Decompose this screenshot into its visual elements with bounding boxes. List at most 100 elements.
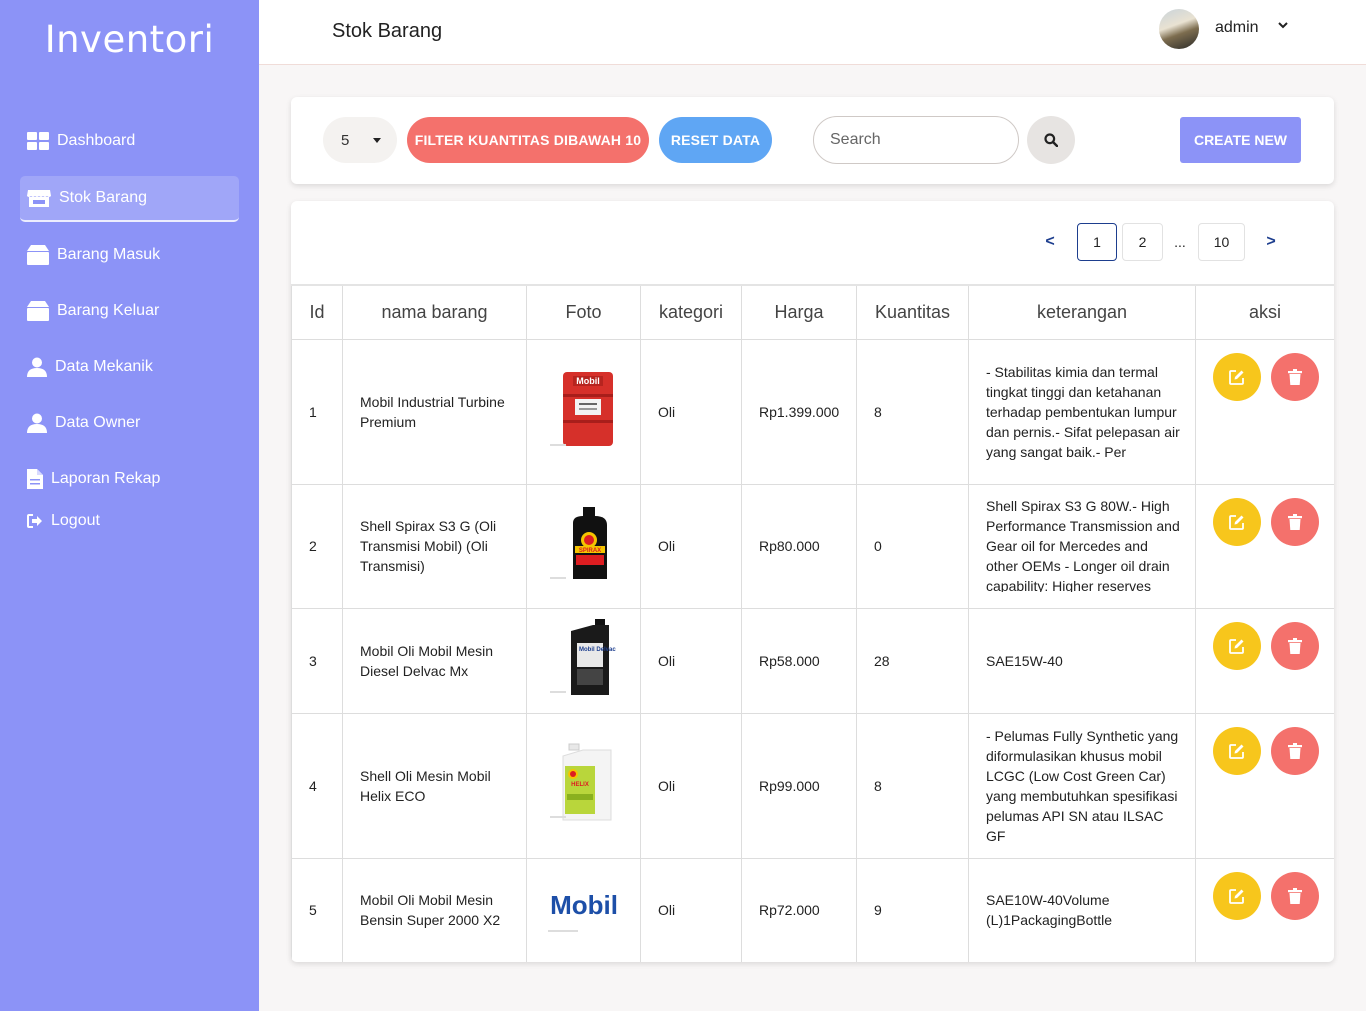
stock-table: Id nama barang Foto kategori Harga Kuant… bbox=[291, 284, 1334, 962]
edit-icon bbox=[1229, 514, 1244, 530]
cell-kuantitas: 0 bbox=[856, 483, 969, 609]
delete-button[interactable] bbox=[1271, 871, 1319, 920]
top-header: Stok Barang admin bbox=[259, 0, 1366, 65]
sidebar-item-data-owner[interactable]: Data Owner bbox=[20, 400, 239, 446]
dashboard-icon bbox=[27, 132, 49, 150]
column-header-id[interactable]: Id bbox=[291, 284, 343, 340]
trash-icon bbox=[1288, 637, 1302, 654]
sidebar-item-label: Dashboard bbox=[57, 132, 136, 149]
cell-id: 1 bbox=[291, 338, 343, 485]
delete-button[interactable] bbox=[1271, 726, 1319, 775]
edit-icon bbox=[1229, 743, 1244, 759]
edit-button[interactable] bbox=[1213, 871, 1261, 920]
cell-aksi bbox=[1195, 857, 1334, 962]
action-group bbox=[1196, 859, 1334, 920]
edit-button[interactable] bbox=[1213, 497, 1261, 546]
caret-down-icon bbox=[373, 138, 381, 143]
filter-quantity-button[interactable]: FILTER KUANTITAS DIBAWAH 10 bbox=[407, 117, 649, 163]
trash-icon bbox=[1288, 368, 1302, 385]
cell-keterangan: SAE15W-40 bbox=[968, 607, 1196, 714]
pagination-page-2[interactable]: 2 bbox=[1122, 223, 1163, 261]
sidebar-item-label: Barang Keluar bbox=[57, 302, 160, 319]
action-group bbox=[1196, 340, 1334, 401]
cell-harga: Rp80.000 bbox=[741, 483, 857, 609]
sidebar-item-label: Laporan Rekap bbox=[51, 470, 161, 487]
edit-button[interactable] bbox=[1213, 726, 1261, 775]
cell-harga: Rp1.399.000 bbox=[741, 338, 857, 485]
edit-icon bbox=[1229, 638, 1244, 654]
per-page-select[interactable]: 5 bbox=[323, 117, 397, 163]
product-image-mobil-drum: Mobil bbox=[549, 372, 613, 446]
column-header-nama-barang[interactable]: nama barang bbox=[342, 284, 527, 340]
pagination-page-1[interactable]: 1 bbox=[1077, 223, 1117, 261]
delete-button[interactable] bbox=[1271, 621, 1319, 670]
trash-icon bbox=[1288, 513, 1302, 530]
product-image-shell-helix: HELIX bbox=[549, 743, 611, 821]
sidebar-item-data-mekanik[interactable]: Data Mekanik bbox=[20, 344, 239, 390]
cell-kategori: Oli bbox=[640, 712, 742, 859]
cell-keterangan: SAE10W-40Volume (L)1PackagingBottle bbox=[968, 857, 1196, 962]
page-title: Stok Barang bbox=[332, 20, 443, 42]
edit-button[interactable] bbox=[1213, 352, 1261, 401]
cell-nama-barang: Mobil Oli Mobil Mesin Diesel Delvac Mx bbox=[342, 607, 527, 714]
table-row: 1 Mobil Industrial Turbine Premium Mobil bbox=[291, 338, 1334, 485]
cell-keterangan: - Pelumas Fully Synthetic yang diformula… bbox=[968, 712, 1196, 859]
cell-nama-barang: Shell Spirax S3 G (Oli Transmisi Mobil) … bbox=[342, 483, 527, 609]
avatar[interactable] bbox=[1159, 9, 1199, 49]
sidebar-item-stok-barang[interactable]: Stok Barang bbox=[20, 176, 239, 222]
cell-harga: Rp72.000 bbox=[741, 857, 857, 962]
trash-icon bbox=[1288, 887, 1302, 904]
pagination-next[interactable]: > bbox=[1254, 223, 1288, 261]
brand-logo: Inventori bbox=[44, 18, 215, 61]
sidebar-item-label: Stok Barang bbox=[59, 189, 148, 206]
delete-button[interactable] bbox=[1271, 352, 1319, 401]
pagination-ellipsis: ... bbox=[1174, 234, 1186, 250]
sidebar: Inventori Dashboard Stok Barang Barang M… bbox=[0, 0, 259, 1011]
cell-harga: Rp99.000 bbox=[741, 712, 857, 859]
delete-button[interactable] bbox=[1271, 497, 1319, 546]
column-header-harga[interactable]: Harga bbox=[741, 284, 857, 340]
store-icon bbox=[27, 190, 51, 207]
user-icon bbox=[27, 357, 47, 377]
search-input[interactable] bbox=[813, 116, 1019, 164]
sidebar-item-barang-keluar[interactable]: Barang Keluar bbox=[20, 288, 239, 334]
cell-id: 4 bbox=[291, 712, 343, 859]
column-header-keterangan[interactable]: keterangan bbox=[968, 284, 1196, 340]
action-group bbox=[1196, 485, 1334, 546]
sidebar-item-barang-masuk[interactable]: Barang Masuk bbox=[20, 232, 239, 278]
edit-button[interactable] bbox=[1213, 621, 1261, 670]
column-header-kategori[interactable]: kategori bbox=[640, 284, 742, 340]
toolbar-card: 5 FILTER KUANTITAS DIBAWAH 10 RESET DATA… bbox=[291, 97, 1334, 184]
pagination-page-10[interactable]: 10 bbox=[1198, 223, 1245, 261]
chevron-down-icon[interactable] bbox=[1277, 19, 1289, 31]
cell-aksi bbox=[1195, 483, 1334, 609]
column-header-foto[interactable]: Foto bbox=[526, 284, 641, 340]
column-header-kuantitas[interactable]: Kuantitas bbox=[856, 284, 969, 340]
edit-icon bbox=[1229, 369, 1244, 385]
sidebar-item-dashboard[interactable]: Dashboard bbox=[20, 118, 239, 164]
action-group bbox=[1196, 609, 1334, 670]
cell-id: 3 bbox=[291, 607, 343, 714]
column-header-aksi: aksi bbox=[1195, 284, 1334, 340]
pagination-prev[interactable]: < bbox=[1033, 223, 1067, 261]
sidebar-item-logout[interactable]: Logout bbox=[20, 498, 239, 544]
sidebar-item-label: Logout bbox=[51, 512, 100, 529]
keterangan-text: - Pelumas Fully Synthetic yang diformula… bbox=[986, 727, 1179, 844]
edit-icon bbox=[1229, 888, 1244, 904]
cell-nama-barang: Mobil Industrial Turbine Premium bbox=[342, 338, 527, 485]
box-icon bbox=[27, 301, 49, 321]
table-card: < 1 2 ... 10 > Id nama barang Foto kateg… bbox=[291, 201, 1334, 962]
sidebar-item-laporan-rekap[interactable]: Laporan Rekap bbox=[20, 456, 239, 502]
search-icon bbox=[1044, 133, 1058, 147]
cell-kategori: Oli bbox=[640, 857, 742, 962]
product-image-shell-spirax: SPIRAX bbox=[549, 506, 607, 579]
cell-kuantitas: 8 bbox=[856, 338, 969, 485]
product-image-mobil-delvac: Mobil Delvac bbox=[549, 619, 616, 695]
user-name[interactable]: admin bbox=[1215, 19, 1259, 37]
create-new-button[interactable]: CREATE NEW bbox=[1180, 117, 1301, 163]
helix-label: HELIX bbox=[571, 782, 589, 788]
reset-data-button[interactable]: RESET DATA bbox=[659, 117, 772, 163]
cell-id: 2 bbox=[291, 483, 343, 609]
table-header-row: Id nama barang Foto kategori Harga Kuant… bbox=[291, 284, 1334, 340]
search-button[interactable] bbox=[1027, 116, 1075, 164]
